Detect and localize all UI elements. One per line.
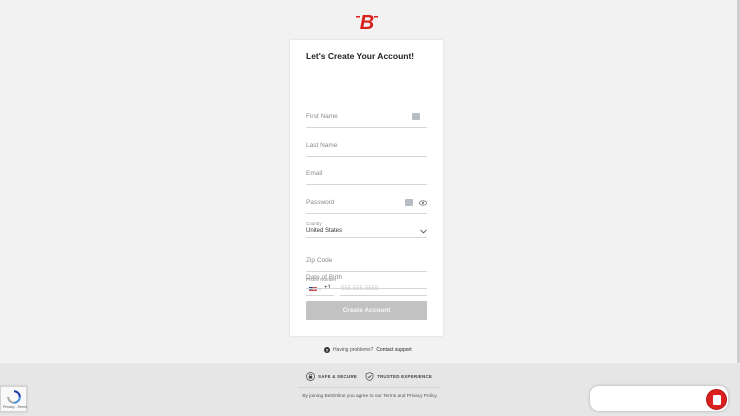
chat-launcher-button[interactable] [706, 389, 727, 410]
autofill-icon[interactable] [412, 113, 420, 120]
country-label: Country [306, 221, 322, 226]
signup-card: Let's Create Your Account! First Name La… [290, 40, 443, 336]
date-of-birth-placeholder: Date of Birth [306, 274, 343, 281]
footer-divider [298, 387, 441, 388]
divider [306, 295, 334, 296]
chat-icon [713, 395, 721, 405]
safe-secure-label: SAFE & SECURE [318, 374, 358, 379]
help-line: ? Having problems? Contact support [324, 347, 412, 353]
date-of-birth-field[interactable]: Date of Birth [306, 271, 427, 289]
lock-icon [306, 372, 315, 381]
email-field[interactable]: Email [306, 167, 427, 185]
question-icon: ? [324, 347, 330, 353]
password-placeholder: Password [306, 199, 335, 206]
create-account-button[interactable]: Create Account [306, 301, 427, 320]
last-name-placeholder: Last Name [306, 142, 338, 149]
first-name-placeholder: First Name [306, 113, 338, 120]
recaptcha-icon [7, 390, 21, 404]
betonline-logo[interactable]: B [356, 10, 378, 32]
zip-code-field[interactable]: Zip Code [306, 254, 427, 272]
password-field[interactable]: Password [306, 196, 427, 214]
chevron-down-icon [420, 229, 427, 234]
country-select[interactable]: Country United States [306, 221, 427, 238]
contact-support-link[interactable]: Contact support [376, 347, 411, 353]
page-title: Let's Create Your Account! [306, 51, 415, 61]
country-value: United States [306, 228, 343, 234]
trusted-experience-badge: TRUSTED EXPERIENCE [365, 372, 432, 381]
last-name-field[interactable]: Last Name [306, 139, 427, 157]
help-text: Having problems? [333, 347, 374, 353]
recaptcha-links[interactable]: Privacy - Terms [3, 405, 27, 409]
first-name-field[interactable]: First Name [306, 110, 427, 128]
safe-secure-badge: SAFE & SECURE [306, 372, 357, 381]
zip-code-placeholder: Zip Code [306, 257, 333, 264]
trusted-experience-label: TRUSTED EXPERIENCE [377, 374, 433, 379]
eye-icon[interactable] [419, 199, 427, 207]
shield-check-icon [365, 372, 374, 381]
email-placeholder: Email [306, 170, 323, 177]
svg-text:B: B [360, 12, 374, 32]
recaptcha-badge[interactable]: Privacy - Terms [0, 386, 27, 412]
autofill-icon[interactable] [405, 199, 413, 206]
